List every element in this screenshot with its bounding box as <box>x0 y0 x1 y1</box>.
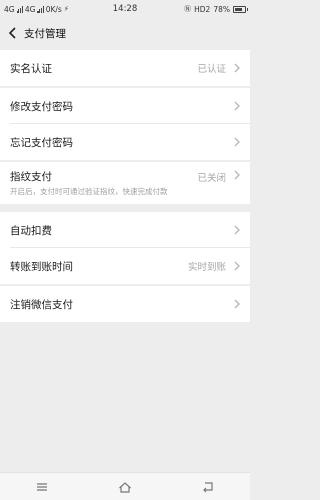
row-forgot-password[interactable]: 忘记支付密码 <box>0 124 250 160</box>
row-label: 忘记支付密码 <box>10 136 73 149</box>
back-arrow-icon <box>8 27 16 39</box>
row-label: 注销微信支付 <box>10 298 73 311</box>
signal-icon-2 <box>37 5 44 13</box>
return-icon <box>203 481 213 492</box>
row-real-name[interactable]: 实名认证 已认证 <box>0 50 250 86</box>
system-nav-bar <box>0 472 250 500</box>
chevron-right-icon <box>234 101 240 111</box>
fingerprint-hint: 开启后，支付时可通过验证指纹，快速完成付款 <box>10 187 168 196</box>
network-type-2: 4G <box>24 4 36 14</box>
back-nav-button[interactable] <box>188 473 228 500</box>
group-deduct-transfer: 自动扣费 转账到账时间 实时到账 <box>0 212 250 284</box>
chevron-right-icon <box>234 225 240 235</box>
row-cancel-wechat-pay[interactable]: 注销微信支付 <box>0 286 250 322</box>
row-fingerprint[interactable]: 指纹支付 已关闭 开启后，支付时可通过验证指纹，快速完成付款 <box>0 162 250 204</box>
wifi-icon: ⚡ <box>63 5 69 13</box>
menu-button[interactable] <box>22 473 62 500</box>
row-value: 已认证 <box>197 64 226 75</box>
chevron-right-icon <box>234 299 240 309</box>
status-right: Ⓝ HD2 78% <box>184 4 248 14</box>
row-value: 实时到账 <box>187 262 226 273</box>
status-bar: 4G 4G 0K/s ⚡ 14:28 Ⓝ HD2 78% <box>0 0 250 18</box>
menu-icon <box>36 482 47 491</box>
row-label: 自动扣费 <box>10 224 52 237</box>
battery-icon <box>233 5 248 13</box>
network-type: 4G <box>4 4 15 14</box>
row-label: 实名认证 <box>10 62 52 75</box>
battery-level: 78% <box>213 4 230 14</box>
top-nav: 支付管理 <box>0 18 250 48</box>
home-icon <box>119 481 131 493</box>
chevron-right-icon <box>234 261 240 271</box>
group-cancel: 注销微信支付 <box>0 286 250 322</box>
row-change-password[interactable]: 修改支付密码 <box>0 88 250 124</box>
row-value: 已关闭 <box>197 173 226 184</box>
home-button[interactable] <box>105 473 145 500</box>
network-speed: 0K/s <box>45 4 62 14</box>
status-left: 4G 4G 0K/s ⚡ <box>4 5 184 14</box>
signal-icon <box>16 5 23 13</box>
group-real-name: 实名认证 已认证 <box>0 50 250 86</box>
row-label: 转账到账时间 <box>10 260 73 273</box>
group-fingerprint: 指纹支付 已关闭 开启后，支付时可通过验证指纹，快速完成付款 <box>0 162 250 204</box>
chevron-right-icon <box>234 63 240 73</box>
group-password: 修改支付密码 忘记支付密码 <box>0 88 250 160</box>
row-label: 修改支付密码 <box>10 100 73 113</box>
chevron-right-icon <box>234 170 240 180</box>
row-auto-deduct[interactable]: 自动扣费 <box>0 212 250 248</box>
chevron-right-icon <box>234 137 240 147</box>
nfc-icon: Ⓝ <box>184 5 192 13</box>
hd-indicator: HD2 <box>194 4 211 14</box>
back-button[interactable] <box>0 18 24 48</box>
page-title: 支付管理 <box>24 27 66 40</box>
row-label: 指纹支付 <box>10 171 52 183</box>
row-transfer-time[interactable]: 转账到账时间 实时到账 <box>0 248 250 284</box>
